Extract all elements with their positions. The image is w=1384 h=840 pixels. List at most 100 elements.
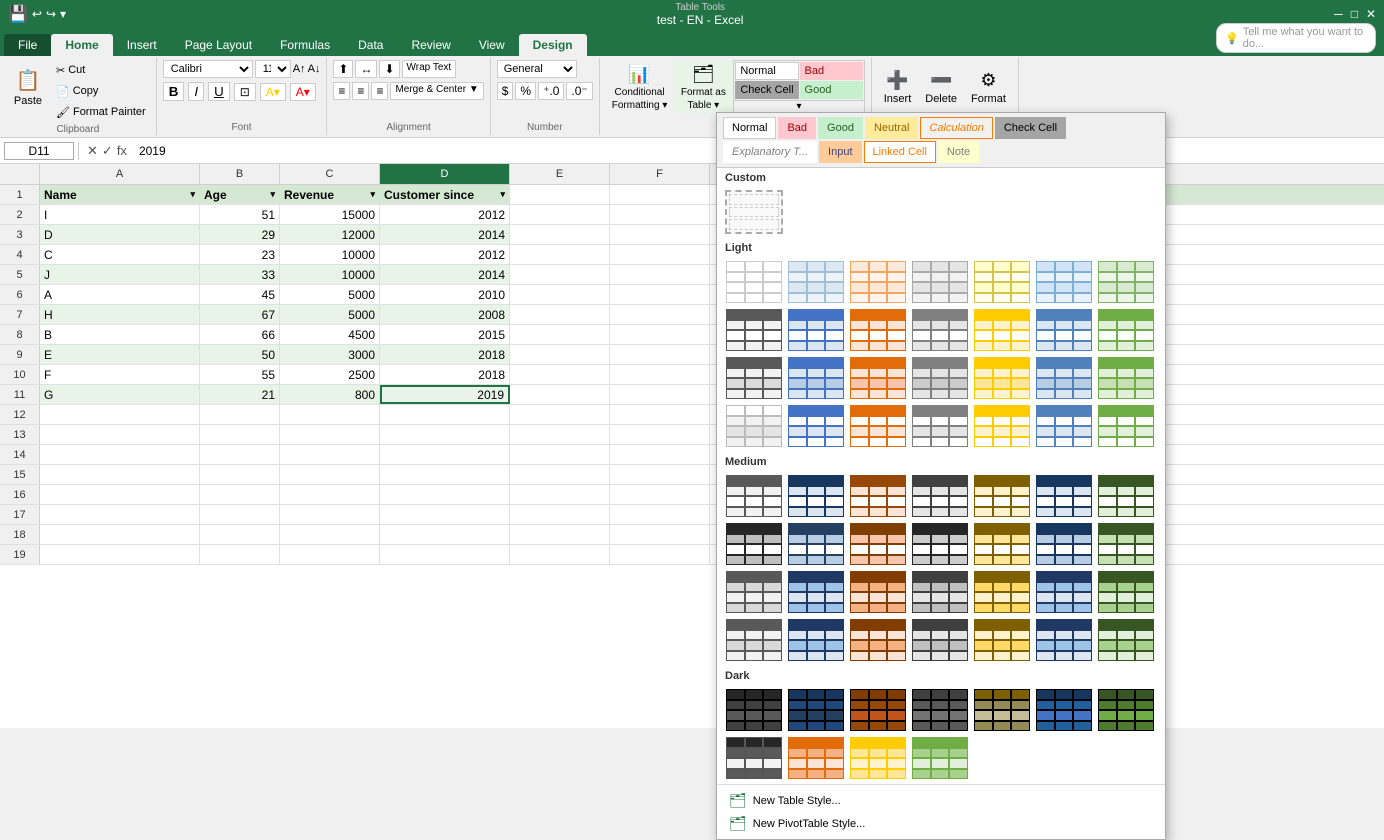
cell-c10[interactable]: 2500	[280, 365, 380, 384]
calculation-cell-style[interactable]: Calculation	[920, 117, 992, 139]
cell-d14[interactable]	[380, 445, 510, 464]
cell-d11[interactable]: 2019	[380, 385, 510, 404]
row-num-17[interactable]: 17	[0, 505, 40, 524]
cell-a11[interactable]: G	[40, 385, 200, 404]
cell-b19[interactable]	[200, 545, 280, 564]
cell-a18[interactable]	[40, 525, 200, 544]
table-style-thumb[interactable]	[1035, 570, 1093, 614]
row-num-1[interactable]: 1	[0, 185, 40, 204]
cell-f7[interactable]	[610, 305, 710, 324]
good-style[interactable]: Good	[800, 81, 863, 99]
table-style-thumb[interactable]	[911, 356, 969, 400]
cell-a7[interactable]: H	[40, 305, 200, 324]
cell-a9[interactable]: E	[40, 345, 200, 364]
row-num-2[interactable]: 2	[0, 205, 40, 224]
bad-cell-style[interactable]: Bad	[778, 117, 816, 139]
percent-button[interactable]: $	[497, 82, 514, 100]
cell-d15[interactable]	[380, 465, 510, 484]
row-num-16[interactable]: 16	[0, 485, 40, 504]
format-as-table-button[interactable]: 🗂 Format as Table ▾	[673, 60, 733, 114]
row-num-3[interactable]: 3	[0, 225, 40, 244]
close-button[interactable]: ✕	[1366, 7, 1376, 21]
maximize-button[interactable]: □	[1351, 7, 1358, 21]
cell-a16[interactable]	[40, 485, 200, 504]
cell-e5[interactable]	[510, 265, 610, 284]
table-style-thumb[interactable]	[725, 260, 783, 304]
cell-f2[interactable]	[610, 205, 710, 224]
neutral-cell-style[interactable]: Neutral	[865, 117, 918, 139]
border-button[interactable]: ⊡	[234, 83, 256, 101]
cell-e18[interactable]	[510, 525, 610, 544]
table-style-thumb[interactable]	[787, 688, 845, 732]
table-style-thumb[interactable]	[725, 308, 783, 352]
cell-c17[interactable]	[280, 505, 380, 524]
table-style-thumb[interactable]	[1097, 688, 1155, 732]
cell-d2[interactable]: 2012	[380, 205, 510, 224]
decrease-font-button[interactable]: A↓	[308, 63, 321, 75]
cell-f13[interactable]	[610, 425, 710, 444]
table-style-thumb[interactable]	[911, 736, 969, 780]
cell-e7[interactable]	[510, 305, 610, 324]
table-style-thumb[interactable]	[973, 522, 1031, 566]
fill-color-button[interactable]: A▾	[260, 83, 286, 101]
new-table-style-button[interactable]: 🗂 New Table Style...	[725, 789, 1157, 812]
cell-a3[interactable]: D	[40, 225, 200, 244]
row-num-19[interactable]: 19	[0, 545, 40, 564]
cell-b13[interactable]	[200, 425, 280, 444]
delete-button[interactable]: ➖ Delete	[919, 60, 963, 114]
cell-a15[interactable]	[40, 465, 200, 484]
tab-home[interactable]: Home	[51, 34, 112, 56]
table-style-thumb[interactable]	[1097, 404, 1155, 448]
cell-d19[interactable]	[380, 545, 510, 564]
col-header-e[interactable]: E	[510, 164, 610, 184]
table-style-thumb[interactable]	[1097, 474, 1155, 518]
align-top-button[interactable]: ⬆	[333, 60, 353, 78]
cell-a14[interactable]	[40, 445, 200, 464]
input-cell-style[interactable]: Input	[819, 141, 861, 163]
col-header-a[interactable]: A	[40, 164, 200, 184]
table-style-thumb[interactable]	[725, 356, 783, 400]
good-cell-style[interactable]: Good	[818, 117, 863, 139]
cell-c15[interactable]	[280, 465, 380, 484]
align-bottom-button[interactable]: ⬇	[379, 60, 399, 78]
cell-d7[interactable]: 2008	[380, 305, 510, 324]
table-style-thumb[interactable]	[973, 688, 1031, 732]
conditional-formatting-button[interactable]: 📊 Conditional Formatting ▾	[606, 60, 674, 114]
table-style-thumb[interactable]	[1097, 260, 1155, 304]
font-name-select[interactable]: Calibri	[163, 60, 253, 78]
cell-f16[interactable]	[610, 485, 710, 504]
row-num-10[interactable]: 10	[0, 365, 40, 384]
increase-font-button[interactable]: A↑	[293, 63, 306, 75]
table-style-thumb[interactable]	[1035, 260, 1093, 304]
explanatory-cell-style[interactable]: Explanatory T...	[723, 141, 817, 163]
cell-f9[interactable]	[610, 345, 710, 364]
cell-d1[interactable]: Customer since▾	[380, 185, 510, 204]
cell-d12[interactable]	[380, 405, 510, 424]
table-style-thumb[interactable]	[1097, 570, 1155, 614]
tab-design[interactable]: Design	[519, 34, 587, 56]
table-style-thumb[interactable]	[725, 522, 783, 566]
align-left-button[interactable]: ≡	[333, 82, 350, 100]
cancel-formula-button[interactable]: ✕	[87, 143, 98, 159]
copy-button[interactable]: 📄 Copy	[52, 81, 150, 101]
cell-a10[interactable]: F	[40, 365, 200, 384]
cell-a6[interactable]: A	[40, 285, 200, 304]
confirm-formula-button[interactable]: ✓	[102, 143, 113, 159]
cell-c6[interactable]: 5000	[280, 285, 380, 304]
cell-d16[interactable]	[380, 485, 510, 504]
tab-page-layout[interactable]: Page Layout	[171, 34, 266, 56]
check-cell-style[interactable]: Check Cell	[735, 81, 798, 99]
tab-review[interactable]: Review	[397, 34, 464, 56]
cell-c3[interactable]: 12000	[280, 225, 380, 244]
cell-b4[interactable]: 23	[200, 245, 280, 264]
cell-b9[interactable]: 50	[200, 345, 280, 364]
cell-e1[interactable]	[510, 185, 610, 204]
cell-a17[interactable]	[40, 505, 200, 524]
insert-function-button[interactable]: fx	[117, 143, 127, 158]
table-style-thumb[interactable]	[973, 618, 1031, 662]
cell-a5[interactable]: J	[40, 265, 200, 284]
cell-e17[interactable]	[510, 505, 610, 524]
tell-me-search[interactable]: 💡 Tell me what you want to do...	[1216, 23, 1376, 53]
table-style-thumb[interactable]	[973, 308, 1031, 352]
cell-f6[interactable]	[610, 285, 710, 304]
